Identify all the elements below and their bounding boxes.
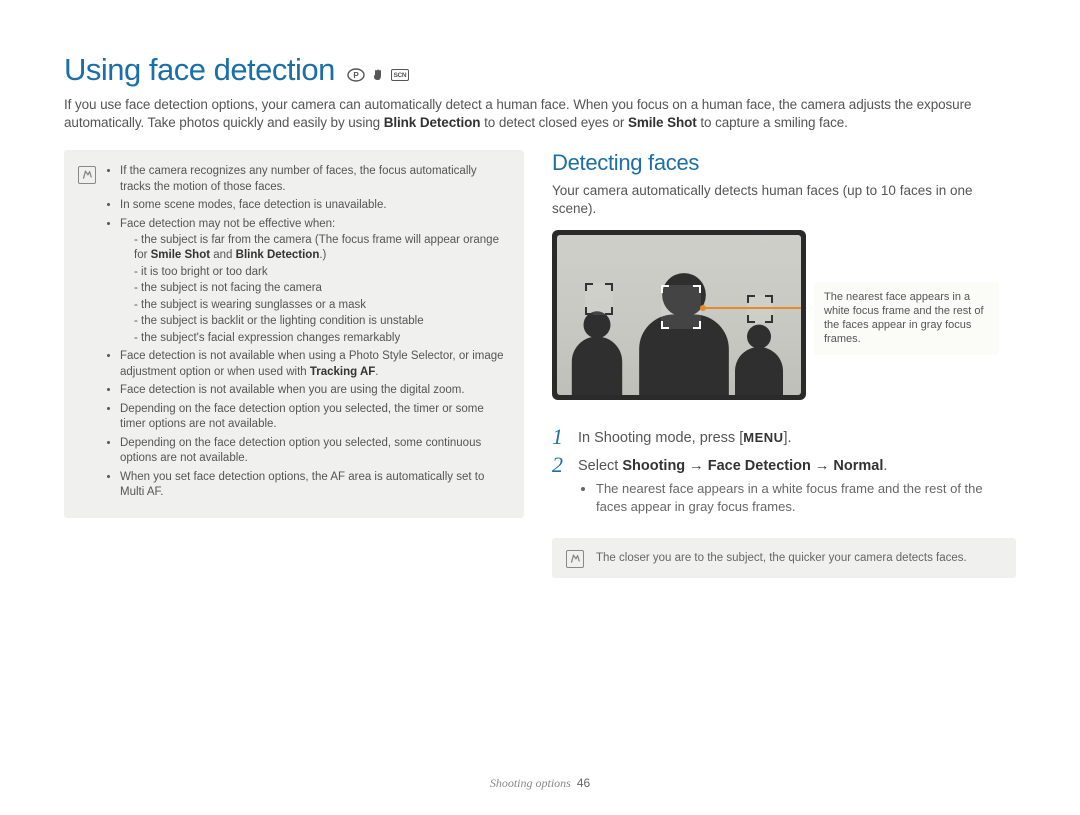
note-icon <box>78 166 96 184</box>
section-intro: Your camera automatically detects human … <box>552 182 1016 217</box>
mode-hand-icon <box>369 68 387 82</box>
white-focus-frame <box>661 285 701 329</box>
mode-p-icon: P <box>347 68 365 82</box>
gray-focus-frame <box>585 283 613 315</box>
note-subitem: the subject is backlit or the lighting c… <box>134 314 506 330</box>
step-number: 1 <box>552 426 568 448</box>
step-number: 2 <box>552 454 568 476</box>
note-item: Depending on the face detection option y… <box>120 402 506 433</box>
page-footer: Shooting options 46 <box>0 776 1080 791</box>
note-subitem: it is too bright or too dark <box>134 265 506 281</box>
intro-paragraph: If you use face detection options, your … <box>64 96 1016 132</box>
note-subitem: the subject's facial expression changes … <box>134 331 506 347</box>
note-icon <box>566 550 584 568</box>
step-bullet: The nearest face appears in a white focu… <box>596 480 1016 516</box>
note-item: When you set face detection options, the… <box>120 470 506 501</box>
callout-text: The nearest face appears in a white focu… <box>814 282 999 355</box>
gray-focus-frame <box>747 295 773 323</box>
section-heading: Detecting faces <box>552 150 1016 176</box>
mode-scn-icon: SCN <box>391 68 409 82</box>
note-item: In some scene modes, face detection is u… <box>120 198 506 214</box>
note-subitem: the subject is not facing the camera <box>134 281 506 297</box>
note-item: Depending on the face detection option y… <box>120 436 506 467</box>
note-item: Face detection is not available when you… <box>120 383 506 399</box>
note-item: If the camera recognizes any number of f… <box>120 164 506 195</box>
note-box: If the camera recognizes any number of f… <box>64 150 524 517</box>
note-item: Face detection is not available when usi… <box>120 349 506 380</box>
tip-box: The closer you are to the subject, the q… <box>552 538 1016 578</box>
callout-leader-line <box>703 307 801 309</box>
svg-text:P: P <box>353 71 359 80</box>
step-body: In Shooting mode, press [MENU]. <box>578 428 792 448</box>
note-list: If the camera recognizes any number of f… <box>106 164 506 500</box>
note-item: Face detection may not be effective when… <box>120 217 506 346</box>
page-title: Using face detection <box>64 52 335 88</box>
illustration: The nearest face appears in a white focu… <box>552 230 1016 400</box>
steps-list: 1 In Shooting mode, press [MENU]. 2 Sele… <box>552 428 1016 517</box>
mode-icons-row: P SCN <box>347 68 409 82</box>
note-subitem: the subject is far from the camera (The … <box>134 233 506 264</box>
tip-text: The closer you are to the subject, the q… <box>596 552 967 564</box>
note-subitem: the subject is wearing sunglasses or a m… <box>134 298 506 314</box>
step-body: Select Shooting → Face Detection → Norma… <box>578 456 1016 517</box>
camera-screen <box>552 230 806 400</box>
menu-button-label: MENU <box>743 430 783 445</box>
